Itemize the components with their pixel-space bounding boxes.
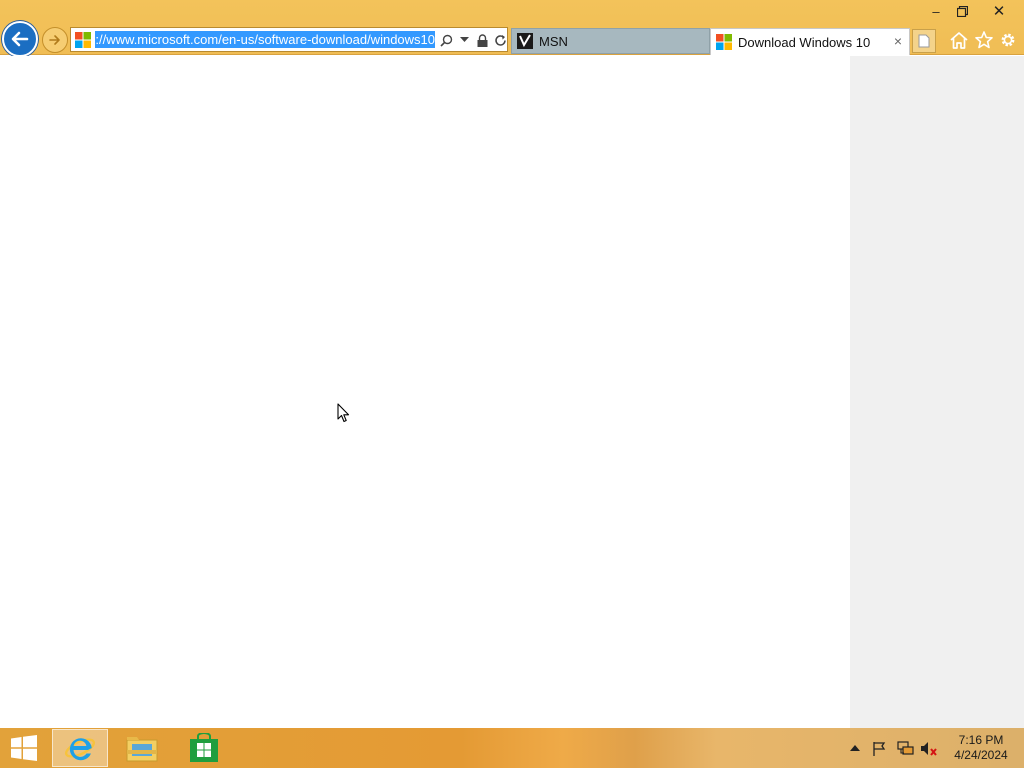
- search-icon[interactable]: [439, 32, 453, 48]
- new-tab-button[interactable]: [912, 29, 936, 53]
- page-content-area: [0, 56, 850, 728]
- volume-muted-icon[interactable]: [920, 728, 940, 768]
- dropdown-icon[interactable]: [457, 32, 471, 48]
- system-clock[interactable]: 7:16 PM 4/24/2024: [948, 733, 1014, 763]
- tab-label: Download Windows 10: [738, 34, 871, 50]
- restore-button[interactable]: [948, 0, 976, 22]
- favorites-star-icon[interactable]: [973, 29, 995, 51]
- forward-button[interactable]: [42, 27, 68, 53]
- taskbar: 7:16 PM 4/24/2024: [0, 728, 1024, 768]
- back-arrow-icon: [11, 31, 29, 47]
- close-window-button[interactable]: ✕: [976, 0, 1022, 22]
- browser-chrome: – ✕ ps://www.microsoft.com/en-us/softwar…: [0, 0, 1024, 57]
- show-hidden-icons-chevron[interactable]: [850, 728, 864, 768]
- forward-arrow-icon: [49, 35, 60, 45]
- new-tab-icon: [918, 34, 930, 48]
- address-bar[interactable]: ps://www.microsoft.com/en-us/software-do…: [70, 27, 508, 52]
- mouse-cursor-icon: [337, 403, 350, 423]
- start-button[interactable]: [6, 732, 42, 764]
- taskbar-internet-explorer[interactable]: [52, 729, 108, 767]
- refresh-icon[interactable]: [493, 32, 507, 48]
- tab-download-windows-10[interactable]: Download Windows 10 ×: [710, 28, 910, 55]
- internet-explorer-icon: [64, 738, 96, 761]
- msn-icon: [517, 33, 533, 49]
- close-tab-button[interactable]: ×: [891, 34, 905, 48]
- network-icon[interactable]: [897, 728, 915, 768]
- windows-logo-icon: [75, 32, 91, 48]
- right-side-panel: [850, 56, 1024, 728]
- action-center-flag-icon[interactable]: [872, 728, 890, 768]
- lock-icon[interactable]: [475, 32, 489, 48]
- url-input[interactable]: ps://www.microsoft.com/en-us/software-do…: [95, 31, 435, 48]
- windows-store-icon: [190, 733, 218, 762]
- address-bar-icons: [439, 31, 507, 49]
- tab-label: MSN: [539, 33, 568, 49]
- file-explorer-icon: [126, 737, 158, 762]
- windows-logo-icon: [716, 34, 732, 50]
- tab-msn[interactable]: MSN: [511, 28, 710, 54]
- taskbar-file-explorer[interactable]: [114, 729, 170, 767]
- home-icon[interactable]: [948, 29, 970, 51]
- windows-start-icon: [11, 735, 37, 761]
- back-button[interactable]: [2, 21, 38, 57]
- clock-date: 4/24/2024: [954, 748, 1008, 762]
- taskbar-windows-store[interactable]: [176, 729, 232, 767]
- restore-icon: [956, 5, 968, 17]
- settings-gear-icon[interactable]: [997, 29, 1019, 51]
- clock-time: 7:16 PM: [958, 733, 1004, 747]
- minimize-button[interactable]: –: [922, 0, 950, 22]
